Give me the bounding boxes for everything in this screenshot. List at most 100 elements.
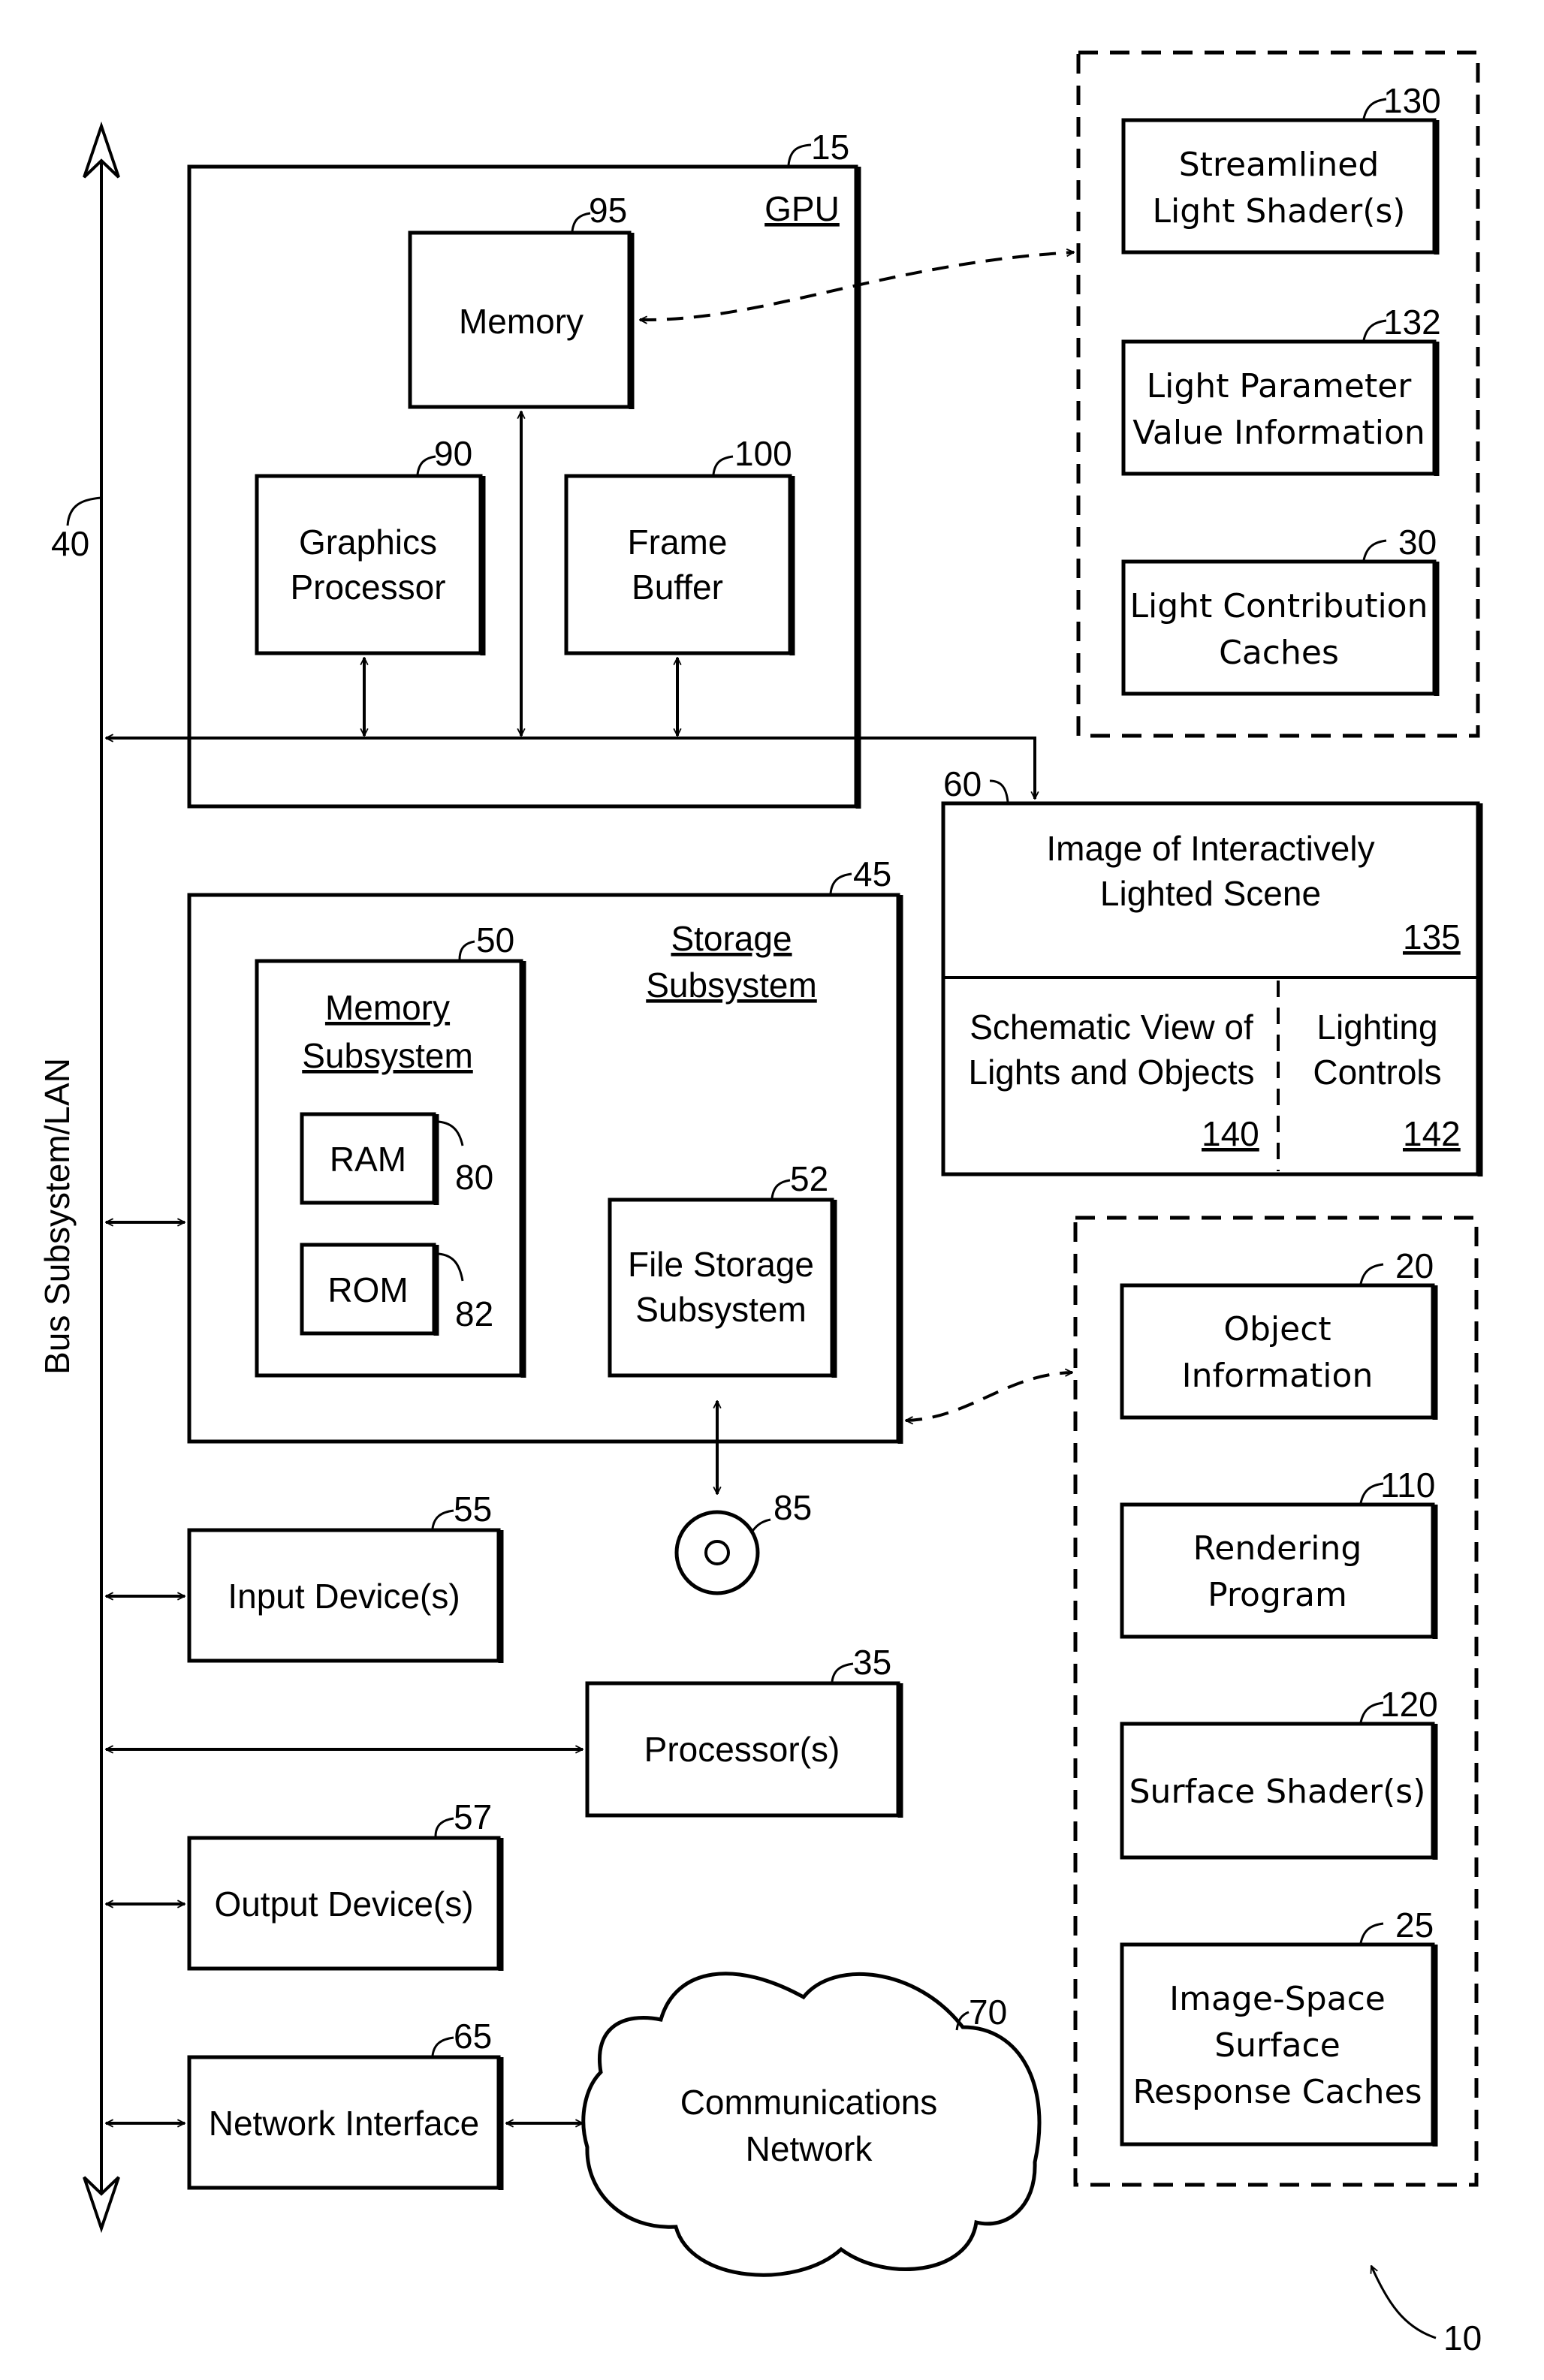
- input-devices-label: Input Device(s): [228, 1577, 460, 1616]
- comm-network-ref: 70: [969, 1993, 1007, 2032]
- memory-subsystem-ref: 50: [476, 920, 514, 960]
- light-group-item[interactable]: Streamlined Light Shader(s) 130: [1121, 81, 1441, 255]
- frame-buffer-ref: 100: [734, 434, 792, 473]
- storage-subsystem-block[interactable]: 45 Storage Subsystem 50 Memory Subsystem…: [187, 854, 903, 1444]
- memory-ref: 95: [589, 191, 627, 230]
- graphics-processor-line1: Graphics: [299, 523, 437, 562]
- scene-item-ref: 110: [1380, 1466, 1435, 1505]
- bus-ref: 40: [51, 524, 89, 563]
- file-storage-line1: File Storage: [628, 1245, 814, 1284]
- bus-subsystem: 40 Bus Subsystem/LAN: [38, 121, 120, 2234]
- scene-item-ref: 25: [1395, 1906, 1434, 1945]
- schematic-panel-line2: Lights and Objects: [968, 1053, 1254, 1092]
- display-ref-leader: [989, 779, 1009, 803]
- scene-item-line: Rendering: [1193, 1529, 1362, 1568]
- disc-icon[interactable]: 85: [674, 1488, 812, 1595]
- light-item-ref: 130: [1383, 81, 1441, 120]
- storage-scene-group-connector: [906, 1372, 1072, 1420]
- network-interface-block[interactable]: Network Interface 65: [187, 2017, 504, 2190]
- scene-item-ref: 20: [1395, 1246, 1434, 1285]
- gpu-ref: 15: [811, 128, 849, 167]
- graphics-processor-ref: 90: [434, 434, 472, 473]
- file-storage-ref: 52: [790, 1159, 828, 1198]
- light-item-line1: Light Contribution: [1130, 587, 1428, 625]
- storage-title-line2: Subsystem: [646, 966, 817, 1005]
- memory-subsystem-title-line2: Subsystem: [302, 1036, 473, 1075]
- light-group-item[interactable]: Light Contribution Caches 30: [1121, 523, 1440, 696]
- rom-ref: 82: [455, 1294, 493, 1333]
- display-ref: 60: [943, 764, 982, 803]
- system-ref-label: 10: [1443, 2318, 1482, 2357]
- scene-item-line: Surface Shader(s): [1129, 1773, 1426, 1811]
- storage-ref-leader: [829, 872, 852, 894]
- gpu-block[interactable]: 15 GPU Memory 95 Graphics Processor 90 F…: [187, 128, 861, 809]
- light-item-line1: Light Parameter: [1147, 367, 1413, 405]
- rom-label: ROM: [327, 1270, 408, 1309]
- processors-block[interactable]: Processor(s) 35: [585, 1643, 903, 1818]
- comm-network-line2: Network: [746, 2129, 873, 2168]
- light-item-line2: Caches: [1219, 634, 1339, 672]
- output-devices-label: Output Device(s): [214, 1884, 473, 1924]
- memory-subsystem-block[interactable]: 50 Memory Subsystem RAM 80 ROM 82: [255, 920, 526, 1378]
- scene-item-ref-leader: [1359, 1922, 1384, 1944]
- scene-item-ref-leader: [1359, 1263, 1384, 1285]
- processors-label: Processor(s): [644, 1730, 840, 1769]
- scene-item-line: Program: [1208, 1576, 1347, 1614]
- light-item-line2: Value Information: [1132, 414, 1425, 452]
- frame-buffer-line1: Frame: [628, 523, 728, 562]
- system-ref: 10: [1371, 2266, 1482, 2357]
- network-interface-ref-leader: [431, 2036, 454, 2056]
- gpu-title: GPU: [764, 189, 840, 228]
- patent-block-diagram: 40 Bus Subsystem/LAN 15 GPU Memory 95 Gr…: [38, 50, 1483, 2357]
- scene-item-line: Information: [1182, 1357, 1374, 1395]
- light-group-item[interactable]: Light Parameter Value Information 132: [1121, 303, 1441, 476]
- controls-panel-line1: Lighting: [1316, 1008, 1437, 1047]
- schematic-panel-line1: Schematic View of: [970, 1008, 1253, 1047]
- scene-item-line: Object: [1223, 1310, 1331, 1348]
- light-item-line1: Streamlined: [1179, 146, 1380, 184]
- comm-network-line1: Communications: [680, 2083, 938, 2122]
- memory-subsystem-title-line1: Memory: [325, 988, 450, 1027]
- schematic-panel-ref: 140: [1202, 1114, 1259, 1153]
- network-interface-ref: 65: [454, 2017, 492, 2056]
- scene-item-line: Response Caches: [1132, 2073, 1422, 2111]
- ram-ref: 80: [455, 1158, 493, 1197]
- controls-panel-line2: Controls: [1313, 1053, 1441, 1092]
- memory-label: Memory: [459, 302, 584, 341]
- graphics-processor-line2: Processor: [290, 568, 445, 607]
- controls-panel-ref: 142: [1403, 1114, 1461, 1153]
- input-devices-ref: 55: [454, 1490, 492, 1529]
- scene-group-item[interactable]: Rendering Program 110: [1120, 1466, 1438, 1639]
- scene-group-item[interactable]: Object Information 20: [1120, 1246, 1438, 1420]
- image-panel-ref: 135: [1403, 917, 1461, 957]
- input-devices-block[interactable]: Input Device(s) 55: [187, 1490, 504, 1663]
- image-panel-line2: Lighted Scene: [1100, 874, 1321, 913]
- scene-item-ref: 120: [1380, 1685, 1438, 1724]
- light-item-ref-leader: [1362, 539, 1387, 561]
- communications-network-cloud[interactable]: Communications Network 70: [581, 1972, 1042, 2277]
- bus-label: Bus Subsystem/LAN: [38, 1058, 77, 1375]
- output-devices-ref-leader: [434, 1817, 454, 1837]
- input-devices-ref-leader: [431, 1509, 454, 1529]
- scene-item-line: Surface: [1214, 2026, 1340, 2065]
- processors-ref-leader: [831, 1662, 854, 1683]
- scene-item-line: Image-Space: [1169, 1980, 1386, 2018]
- disc-ref: 85: [774, 1488, 812, 1527]
- light-item-ref: 132: [1383, 303, 1441, 342]
- file-storage-line2: Subsystem: [635, 1290, 807, 1329]
- disc-ref-leader: [749, 1518, 771, 1534]
- display-block[interactable]: 60 Image of Interactively Lighted Scene …: [941, 764, 1483, 1176]
- storage-title-line1: Storage: [671, 919, 792, 958]
- light-item-line2: Light Shader(s): [1153, 192, 1406, 230]
- scene-group-item[interactable]: Image-Space Surface Response Caches 25: [1120, 1906, 1438, 2147]
- ram-label: RAM: [330, 1140, 406, 1179]
- network-interface-label: Network Interface: [209, 2104, 479, 2143]
- processors-ref: 35: [853, 1643, 891, 1682]
- image-panel-line1: Image of Interactively: [1046, 829, 1374, 868]
- output-devices-ref: 57: [454, 1797, 492, 1836]
- scene-group-item[interactable]: Surface Shader(s) 120: [1120, 1685, 1438, 1860]
- output-devices-block[interactable]: Output Device(s) 57: [187, 1797, 504, 1971]
- bus-ref-leader: [66, 496, 102, 526]
- frame-buffer-line2: Buffer: [632, 568, 723, 607]
- light-item-ref: 30: [1398, 523, 1437, 562]
